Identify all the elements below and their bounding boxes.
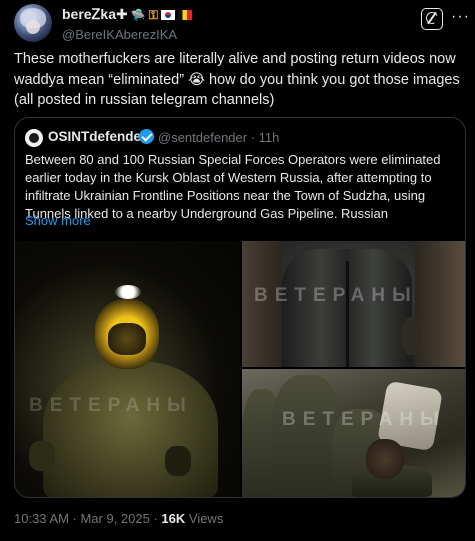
photo-jacket-hand bbox=[402, 317, 422, 355]
grok-icon[interactable] bbox=[421, 8, 443, 30]
photo-diver[interactable]: ВЕТЕРАНЫ bbox=[15, 241, 240, 497]
photo-cave-wall bbox=[415, 241, 465, 367]
author-names: bereᏃka✚ 🛸 ⚿ @BereIKAberezIKA bbox=[62, 6, 192, 42]
photo-diver-body bbox=[43, 361, 218, 497]
verified-badge-icon bbox=[139, 129, 154, 144]
photo-diver-hand bbox=[165, 446, 191, 476]
media-grid: ВЕТЕРАНЫ ВЕТЕРАНЫ ВЕТЕРАНЫ bbox=[15, 241, 465, 497]
tweet-metadata: 10:33 AM · Mar 9, 2025 · 16K Views bbox=[14, 511, 223, 526]
photo-diver-hand bbox=[29, 441, 55, 471]
quoted-author-name[interactable]: OSINTdefender bbox=[48, 129, 146, 144]
photo-diver-lamp bbox=[115, 285, 141, 299]
tweet-text: These motherfuckers are literally alive … bbox=[14, 49, 469, 111]
views-label: Views bbox=[185, 511, 224, 526]
south-korea-flag-icon bbox=[160, 9, 175, 20]
photo-jacket[interactable]: ВЕТЕРАНЫ bbox=[242, 241, 465, 367]
author-avatar[interactable] bbox=[14, 4, 52, 42]
quoted-tweet[interactable]: OSINTdefender @sentdefender · 11h Betwee… bbox=[14, 117, 466, 498]
author-display-name-text[interactable]: bereᏃka✚ bbox=[62, 6, 128, 23]
watermark: ВЕТЕРАНЫ bbox=[254, 285, 418, 306]
key-emoji-icon: ⚿ bbox=[148, 7, 158, 22]
photo-jacket-zipper bbox=[346, 261, 349, 367]
quoted-author-avatar[interactable] bbox=[25, 129, 43, 147]
timestamp-link[interactable]: 10:33 AM · Mar 9, 2025 · bbox=[14, 511, 161, 526]
ufo-emoji-icon: 🛸 bbox=[130, 7, 146, 22]
author-display-name[interactable]: bereᏃka✚ 🛸 ⚿ bbox=[62, 6, 192, 23]
watermark: ВЕТЕРАНЫ bbox=[29, 395, 193, 416]
tweet-text-line: These motherfuckers are literally alive … bbox=[14, 51, 456, 67]
more-icon[interactable]: ··· bbox=[451, 8, 470, 26]
tweet-text-line: (all posted in russian telegram channels… bbox=[14, 92, 275, 108]
belgium-flag-icon bbox=[177, 9, 192, 20]
photo-soldiers[interactable]: ВЕТЕРАНЫ bbox=[242, 369, 465, 497]
tweet-text-line: waddya mean “eliminated” 😭 how do you th… bbox=[14, 71, 460, 88]
photo-soldier-face bbox=[366, 439, 404, 479]
show-more-link[interactable]: Show more bbox=[25, 213, 91, 228]
quoted-author-handle-time[interactable]: @sentdefender · 11h bbox=[158, 130, 279, 145]
views-count: 16K bbox=[161, 511, 186, 526]
watermark: ВЕТЕРАНЫ bbox=[282, 409, 446, 430]
photo-diver-visor bbox=[108, 323, 146, 355]
author-handle[interactable]: @BereIKAberezIKA bbox=[62, 27, 192, 42]
tweet: bereᏃka✚ 🛸 ⚿ @BereIKAberezIKA ··· These … bbox=[0, 0, 475, 541]
